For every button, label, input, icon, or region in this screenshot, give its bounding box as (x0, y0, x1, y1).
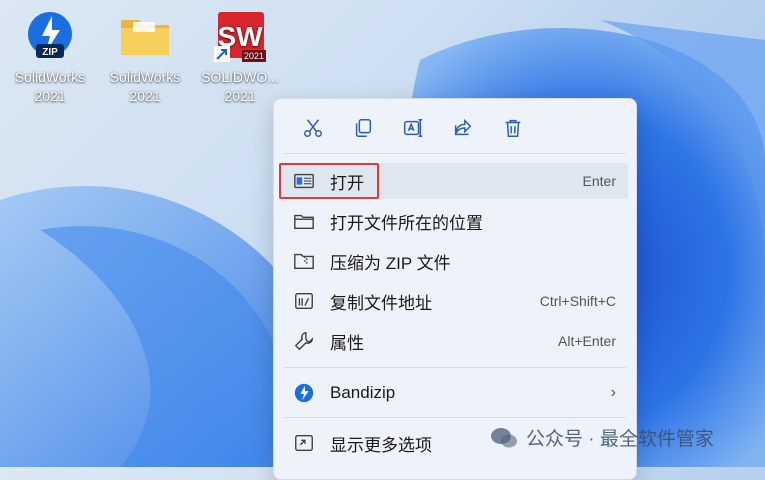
menu-item-label: 打开文件所在的位置 (330, 213, 483, 233)
wrench-icon (292, 329, 316, 353)
more-options-icon (292, 431, 316, 455)
folder-open-icon (292, 209, 316, 233)
desktop-icon-solidworks-shortcut[interactable]: SW 2021 SOLIDWO... 2021 (192, 8, 288, 106)
desktop-icon-label: SolidWorks 2021 (109, 69, 181, 104)
menu-item-shortcut: Alt+Enter (558, 333, 616, 349)
zip-folder-icon (292, 249, 316, 273)
wechat-icon (491, 427, 517, 447)
menu-separator (284, 417, 626, 418)
open-item-highlight (279, 163, 379, 199)
delete-icon[interactable] (488, 111, 538, 145)
svg-text:ZIP: ZIP (42, 47, 58, 58)
menu-item-label: 压缩为 ZIP 文件 (330, 253, 451, 273)
menu-item-shortcut: Ctrl+Shift+C (539, 293, 616, 309)
menu-item-open-file-location[interactable]: 打开文件所在的位置 (282, 203, 628, 239)
menu-item-properties[interactable]: 属性 Alt+Enter (282, 323, 628, 359)
menu-item-copy-path[interactable]: 复制文件地址 Ctrl+Shift+C (282, 283, 628, 319)
quick-action-bar (288, 111, 538, 145)
menu-item-label: Bandizip (330, 383, 396, 402)
share-icon[interactable] (438, 111, 488, 145)
bandizip-icon (292, 381, 316, 405)
desktop-icon-solidworks-zip[interactable]: ZIP SolidWorks 2021 (2, 8, 98, 106)
solidworks-shortcut-icon: SW 2021 (212, 8, 268, 64)
rename-icon[interactable] (388, 111, 438, 145)
desktop-icon-label: SolidWorks 2021 (14, 69, 86, 104)
context-menu: 打开 Enter 打开文件所在的位置 压缩为 ZIP 文件 复制文件地址 Ctr… (273, 98, 637, 480)
watermark: 公众号 · 最全软件管家 (490, 424, 714, 451)
cut-icon[interactable] (288, 111, 338, 145)
menu-separator (284, 153, 626, 154)
menu-item-label: 属性 (330, 333, 364, 353)
bandizip-zip-icon: ZIP (22, 8, 78, 64)
copy-icon[interactable] (338, 111, 388, 145)
chevron-right-icon: › (610, 384, 616, 401)
svg-text:2021: 2021 (244, 51, 264, 61)
desktop-icon-solidworks-folder[interactable]: SolidWorks 2021 (97, 8, 193, 106)
menu-item-label: 复制文件地址 (330, 293, 432, 313)
menu-item-compress-zip[interactable]: 压缩为 ZIP 文件 (282, 243, 628, 279)
menu-item-shortcut: Enter (582, 173, 616, 189)
menu-separator (284, 367, 626, 368)
folder-icon (117, 8, 173, 64)
copy-path-icon (292, 289, 316, 313)
watermark-text: 公众号 · 最全软件管家 (526, 429, 714, 450)
menu-item-bandizip[interactable]: Bandizip › (282, 375, 628, 411)
